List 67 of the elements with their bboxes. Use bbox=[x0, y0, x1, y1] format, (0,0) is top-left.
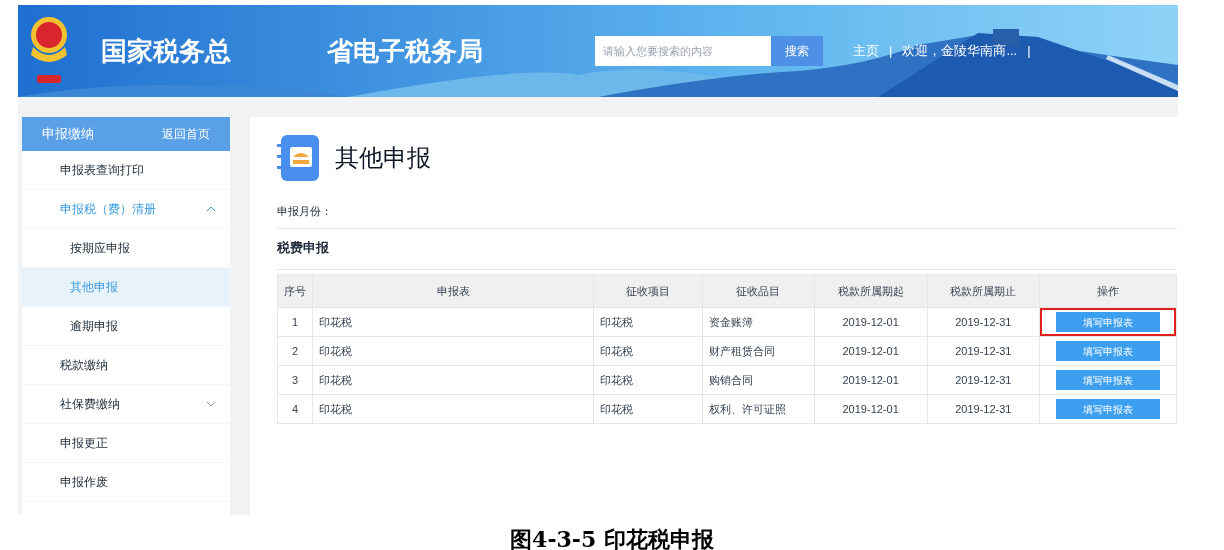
table-cell: 1 bbox=[277, 307, 313, 337]
menu-label: 逾期申报 bbox=[70, 318, 118, 335]
table-cell: 2019-12-31 bbox=[927, 307, 1040, 337]
menu-label: 申报作废 bbox=[60, 474, 108, 491]
sidebar-title: 申报缴纳 bbox=[42, 125, 94, 144]
menu-item[interactable]: 申报税（费）清册 bbox=[22, 190, 230, 229]
table-cell: 印花税 bbox=[593, 307, 703, 337]
fill-form-button[interactable]: 填写申报表 bbox=[1055, 399, 1160, 419]
column-header: 操作 bbox=[1039, 274, 1177, 308]
table-cell: 2019-12-31 bbox=[927, 336, 1040, 366]
menu-item[interactable]: 其他申报 bbox=[22, 268, 230, 307]
home-link[interactable]: 返回首页 bbox=[162, 125, 210, 143]
table-cell: 4 bbox=[277, 394, 313, 424]
menu-label: 税款缴纳 bbox=[60, 357, 108, 374]
site-title: 省电子税务局 bbox=[327, 34, 483, 68]
menu-label: 社保费缴纳 bbox=[60, 396, 120, 413]
section-title: 税费申报 bbox=[277, 239, 329, 258]
table-cell: 购销合同 bbox=[702, 365, 815, 395]
table-cell: 印花税 bbox=[593, 336, 703, 366]
table-cell: 2019-12-01 bbox=[814, 336, 928, 366]
table-cell: 印花税 bbox=[312, 307, 594, 337]
nav-link[interactable]: 欢迎，金陵华南商... bbox=[902, 41, 1018, 61]
column-header: 征收品目 bbox=[702, 274, 815, 308]
menu-item[interactable]: 社保费缴纳 bbox=[22, 385, 230, 424]
nav-separator: | bbox=[889, 42, 893, 61]
fill-form-button[interactable]: 填写申报表 bbox=[1055, 370, 1160, 390]
search-button[interactable]: 搜索 bbox=[771, 36, 823, 66]
table-cell: 2019-12-01 bbox=[814, 394, 928, 424]
nav-link[interactable]: 主页 bbox=[853, 41, 879, 61]
menu-label: 其他申报 bbox=[70, 279, 118, 296]
menu-label: 申报表查询打印 bbox=[60, 162, 144, 179]
table-cell: 财产租赁合同 bbox=[702, 336, 815, 366]
table-cell: 印花税 bbox=[312, 394, 594, 424]
table-cell: 3 bbox=[277, 365, 313, 395]
table-cell: 印花税 bbox=[312, 336, 594, 366]
column-header: 序号 bbox=[277, 274, 313, 308]
menu-item[interactable]: 税款缴纳 bbox=[22, 346, 230, 385]
notebook-icon bbox=[277, 135, 321, 181]
table-cell: 印花税 bbox=[593, 394, 703, 424]
column-header: 税款所属期止 bbox=[927, 274, 1040, 308]
table-cell: 资金账簿 bbox=[702, 307, 815, 337]
table-cell: 权利、许可证照 bbox=[702, 394, 815, 424]
search-field[interactable]: 请输入您要搜索的内容 bbox=[595, 36, 771, 66]
column-header: 申报表 bbox=[312, 274, 594, 308]
nav-separator: | bbox=[1027, 42, 1031, 61]
table-cell: 2019-12-31 bbox=[927, 365, 1040, 395]
table-cell: 2 bbox=[277, 336, 313, 366]
menu-item[interactable]: 申报表查询打印 bbox=[22, 151, 230, 190]
menu-label: 申报税（费）清册 bbox=[60, 201, 156, 218]
column-header: 征收项目 bbox=[593, 274, 703, 308]
table-cell: 2019-12-01 bbox=[814, 365, 928, 395]
table-cell: 2019-12-31 bbox=[927, 394, 1040, 424]
table-cell: 2019-12-01 bbox=[814, 307, 928, 337]
menu-label: 按期应申报 bbox=[70, 240, 130, 257]
menu-item[interactable]: 申报更正 bbox=[22, 424, 230, 463]
page-title: 其他申报 bbox=[335, 143, 431, 173]
site-title: 国家税务总 bbox=[101, 34, 231, 68]
menu-label: 申报更正 bbox=[60, 435, 108, 452]
figure-caption: 图4-3-5 印花税申报 bbox=[510, 525, 714, 550]
month-label: 申报月份： bbox=[277, 204, 332, 220]
menu-item[interactable]: 逾期申报 bbox=[22, 307, 230, 346]
column-header: 税款所属期起 bbox=[814, 274, 928, 308]
table-cell: 印花税 bbox=[312, 365, 594, 395]
fill-form-button[interactable]: 填写申报表 bbox=[1055, 341, 1160, 361]
fill-form-button[interactable]: 填写申报表 bbox=[1055, 312, 1160, 332]
table-cell: 印花税 bbox=[593, 365, 703, 395]
menu-item[interactable]: 申报作废 bbox=[22, 463, 230, 502]
